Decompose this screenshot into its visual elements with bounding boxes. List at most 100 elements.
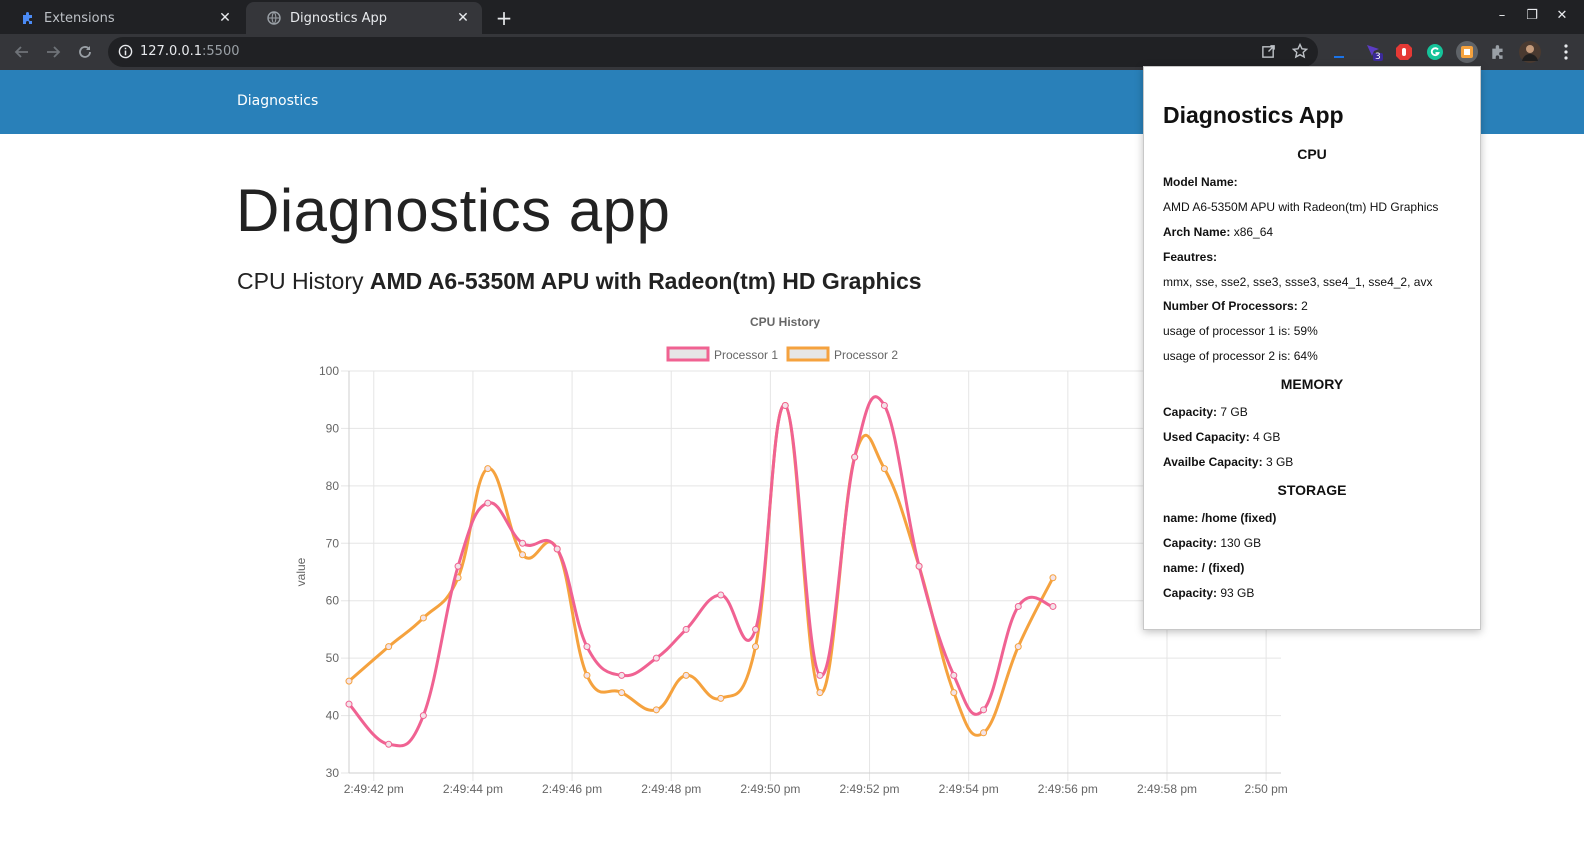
data-point: [454, 562, 462, 570]
features-value: mmx, sse, sse2, sse3, ssse3, sse4_1, sse…: [1163, 275, 1433, 289]
data-point: [553, 545, 561, 553]
popup-title: Diagnostics App: [1163, 102, 1344, 128]
data-point: [781, 401, 789, 409]
tab-strip: Extensions ✕ Dignostics App ✕ + – ❐ ✕: [0, 0, 1584, 34]
legend-label: Processor 2: [834, 348, 898, 362]
page-title: Diagnostics app: [236, 177, 671, 244]
data-point: [816, 671, 824, 679]
x-tick-label: 2:49:52 pm: [840, 782, 900, 796]
data-point: [880, 401, 888, 409]
series-line-processor-2: [348, 403, 1055, 737]
adblock-hand-icon[interactable]: [1394, 42, 1414, 62]
storage-name-row: name: / (fixed): [1163, 561, 1245, 575]
tab-title: Dignostics App: [290, 10, 387, 26]
data-point: [385, 740, 393, 748]
model-name-value: AMD A6-5350M APU with Radeon(tm) HD Grap…: [1163, 200, 1439, 214]
storage-section-header: STORAGE: [1277, 482, 1347, 498]
url-text: 127.0.0.1:5500: [140, 44, 240, 59]
memory-capacity-row: Capacity: 7 GB: [1163, 405, 1248, 419]
x-tick-label: 2:49:46 pm: [542, 782, 602, 796]
info-icon[interactable]: [118, 44, 133, 63]
x-tick-label: 2:49:42 pm: [344, 782, 404, 796]
data-point: [816, 689, 824, 697]
data-point: [1049, 602, 1057, 610]
extensions-puzzle-icon[interactable]: [1488, 42, 1508, 62]
close-window-icon[interactable]: ✕: [1552, 8, 1572, 23]
data-point: [1014, 643, 1022, 651]
badge-count: 3: [1375, 52, 1381, 62]
data-point: [682, 625, 690, 633]
avatar[interactable]: [1519, 41, 1541, 63]
data-point: [880, 465, 888, 473]
restore-icon[interactable]: ❐: [1522, 8, 1542, 23]
available-capacity-row: Availbe Capacity: 3 GB: [1163, 455, 1294, 469]
legend-swatch: [786, 346, 830, 362]
y-tick-label: 90: [326, 421, 340, 435]
browser-toolbar: 127.0.0.1:5500 3: [0, 34, 1584, 70]
data-point: [1049, 574, 1057, 582]
data-point: [618, 671, 626, 679]
extension-dash-icon[interactable]: [1330, 42, 1350, 62]
used-capacity-row: Used Capacity: 4 GB: [1163, 430, 1281, 444]
tab-diagnostics[interactable]: Dignostics App ✕: [246, 2, 482, 34]
x-tick-label: 2:49:58 pm: [1137, 782, 1197, 796]
processor2-usage: usage of processor 2 is: 64%: [1163, 349, 1318, 363]
close-tab-icon[interactable]: ✕: [216, 9, 234, 27]
subtitle-prefix: CPU History: [237, 268, 364, 294]
extension-popup: Diagnostics App CPU Model Name: AMD A6-5…: [1143, 66, 1481, 630]
grammarly-icon[interactable]: [1425, 42, 1445, 62]
y-tick-label: 60: [326, 594, 340, 608]
data-point: [851, 453, 859, 461]
processor1-usage: usage of processor 1 is: 59%: [1163, 324, 1318, 338]
y-tick-label: 50: [326, 651, 340, 665]
extension-badge-icon[interactable]: 3: [1364, 42, 1384, 62]
data-point: [519, 539, 527, 547]
data-point: [519, 551, 527, 559]
data-point: [682, 671, 690, 679]
y-axis-title: value: [294, 557, 308, 586]
y-tick-label: 70: [326, 536, 340, 550]
data-point: [419, 614, 427, 622]
data-point: [583, 643, 591, 651]
navbar-brand[interactable]: Diagnostics: [237, 93, 318, 109]
cpu-section-header: CPU: [1297, 146, 1327, 162]
close-tab-icon[interactable]: ✕: [454, 9, 472, 27]
storage-name-row: name: /home (fixed): [1163, 511, 1277, 525]
y-tick-label: 30: [326, 766, 340, 780]
features-label: Feautres:: [1163, 250, 1218, 264]
forward-icon[interactable]: [41, 40, 65, 64]
tab-extensions[interactable]: Extensions ✕: [0, 2, 244, 34]
open-in-icon[interactable]: [1261, 44, 1276, 63]
cpu-history-heading: CPU History AMD A6-5350M APU with Radeon…: [237, 268, 922, 295]
legend-swatch: [666, 346, 710, 362]
model-name-label: Model Name:: [1163, 175, 1238, 189]
memory-section-header: MEMORY: [1280, 376, 1344, 392]
back-icon[interactable]: [10, 40, 34, 64]
star-icon[interactable]: [1291, 42, 1309, 63]
menu-kebab-icon[interactable]: [1556, 42, 1576, 62]
puzzle-icon: [20, 10, 36, 26]
data-point: [1014, 602, 1022, 610]
y-tick-label: 80: [326, 479, 340, 493]
chart-title: CPU History: [750, 315, 820, 329]
y-tick-label: 100: [319, 364, 339, 378]
data-point: [618, 689, 626, 697]
cpu-history-chart: CPU History Processor 1 Processor 2 30 40 50 6…: [294, 315, 1288, 796]
x-tick-label: 2:49:54 pm: [939, 782, 999, 796]
globe-icon: [266, 10, 282, 26]
address-bar[interactable]: 127.0.0.1:5500: [108, 37, 1318, 67]
data-point: [752, 643, 760, 651]
data-point: [950, 689, 958, 697]
data-point: [717, 591, 725, 599]
diagnostics-extension-icon[interactable]: [1456, 41, 1478, 63]
legend-label: Processor 1: [714, 348, 778, 362]
new-tab-button[interactable]: +: [492, 6, 516, 30]
data-point: [419, 712, 427, 720]
reload-icon[interactable]: [73, 40, 97, 64]
data-point: [345, 677, 353, 685]
data-point: [583, 671, 591, 679]
x-tick-label: 2:50 pm: [1244, 782, 1287, 796]
data-point: [752, 625, 760, 633]
data-point: [484, 465, 492, 473]
minimize-icon[interactable]: –: [1492, 8, 1512, 23]
